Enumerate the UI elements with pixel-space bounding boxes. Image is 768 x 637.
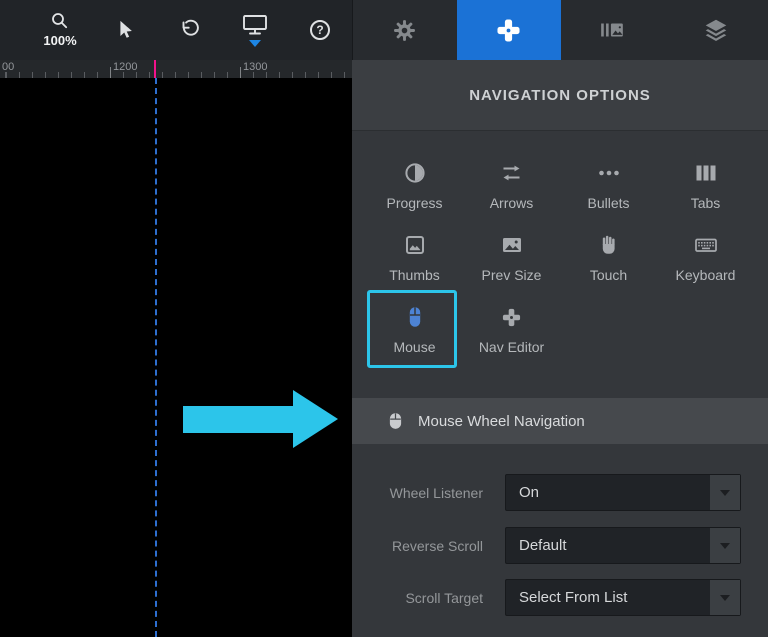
monitor-icon (243, 14, 267, 34)
nav-type-nav-editor[interactable]: Nav Editor (463, 300, 560, 362)
chevron-down-icon (720, 542, 730, 549)
progress-icon (404, 163, 425, 183)
pointer-tool-button[interactable] (104, 0, 146, 60)
section-title: Mouse Wheel Navigation (418, 412, 585, 430)
dropdown-arrow-button[interactable] (710, 580, 740, 615)
undo-icon (182, 19, 199, 36)
tab-layers[interactable] (664, 0, 768, 60)
nav-type-prev-size[interactable]: Prev Size (463, 228, 560, 290)
dropdown-value: On (519, 484, 540, 501)
nav-editor-icon (502, 308, 521, 326)
nav-type-label: Arrows (489, 195, 534, 211)
nav-type-label: Progress (386, 195, 443, 211)
dropdown-value: Default (519, 537, 567, 554)
nav-type-thumbs[interactable]: Thumbs (366, 228, 463, 290)
annotation-arrow (183, 406, 293, 433)
zoom-level: 100% (43, 33, 77, 48)
ruler-label: 1300 (243, 61, 268, 73)
cursor-icon (120, 20, 132, 38)
top-toolbar: 100% ? (0, 0, 768, 60)
reverse-scroll-select[interactable]: Default (505, 527, 741, 564)
touch-icon (602, 235, 615, 254)
field-scroll-target: Scroll Target Select From List (352, 579, 768, 616)
field-reverse-scroll: Reverse Scroll Default (352, 527, 768, 564)
panel-tabs (352, 0, 768, 60)
nav-type-label: Tabs (690, 195, 721, 211)
help-icon: ? (310, 20, 330, 40)
canvas-toolbar: 100% ? (0, 0, 352, 60)
tab-navigation[interactable] (456, 0, 561, 60)
dpad-icon (497, 18, 520, 42)
gear-icon (394, 19, 416, 41)
thumbs-icon (405, 236, 424, 254)
field-label: Scroll Target (405, 589, 483, 606)
nav-type-touch[interactable]: Touch (560, 228, 657, 290)
tab-settings[interactable] (353, 0, 457, 60)
horizontal-ruler: 00 1200 1300 (0, 60, 352, 78)
nav-type-label: Keyboard (675, 267, 736, 283)
chevron-down-icon (720, 594, 730, 601)
help-button[interactable]: ? (299, 0, 341, 60)
nav-type-row: Mouse Nav Editor (366, 300, 754, 362)
magnifier-icon (52, 13, 68, 29)
keyboard-icon (694, 238, 717, 252)
nav-type-row: Thumbs Prev Size Touch Keyboard (366, 228, 754, 290)
nav-type-label: Bullets (587, 195, 630, 211)
tabs-icon (696, 165, 715, 181)
nav-type-tabs[interactable]: Tabs (657, 156, 754, 218)
prev-size-icon (502, 238, 521, 252)
nav-type-label: Prev Size (481, 267, 542, 283)
nav-type-bullets[interactable]: Bullets (560, 156, 657, 218)
field-wheel-listener: Wheel Listener On (352, 474, 768, 511)
slide-canvas (0, 78, 352, 637)
layers-icon (705, 19, 727, 41)
nav-type-label: Mouse (393, 339, 436, 355)
device-preview-button[interactable] (234, 0, 276, 60)
nav-type-label: Thumbs (389, 267, 440, 283)
dropdown-arrow-button[interactable] (710, 475, 740, 510)
nav-type-label: Nav Editor (478, 339, 545, 355)
arrows-icon (503, 165, 520, 181)
annotation-arrow-head-icon (293, 390, 338, 448)
ruler-marker (154, 60, 156, 78)
device-dropdown-caret-icon[interactable] (249, 39, 261, 47)
zoom-control[interactable]: 100% (34, 0, 86, 60)
editor-window: 100% ? 00 1200 1300 NAVIGATION OPTIONS P… (0, 0, 768, 637)
ruler-label: 00 (2, 61, 15, 73)
chevron-down-icon (720, 489, 730, 496)
nav-type-label: Touch (589, 267, 628, 283)
wheel-listener-select[interactable]: On (505, 474, 741, 511)
dropdown-arrow-button[interactable] (710, 528, 740, 563)
mouse-icon (389, 413, 402, 429)
undo-button[interactable] (169, 0, 211, 60)
nav-type-row: Progress Arrows Bullets Tabs (366, 156, 754, 218)
mouse-icon (409, 307, 420, 327)
bullets-icon (598, 170, 619, 176)
panel-title: NAVIGATION OPTIONS (469, 86, 651, 104)
scroll-target-select[interactable]: Select From List (505, 579, 741, 616)
nav-type-progress[interactable]: Progress (366, 156, 463, 218)
tab-slides[interactable] (561, 0, 665, 60)
section-header-mouse-wheel: Mouse Wheel Navigation (352, 398, 768, 444)
guide-line (155, 78, 157, 637)
ruler-label: 1200 (113, 61, 138, 73)
field-label: Reverse Scroll (391, 537, 483, 554)
navigation-options-panel: NAVIGATION OPTIONS Progress Arrows Bulle… (352, 60, 768, 637)
slides-icon (601, 23, 624, 37)
panel-header: NAVIGATION OPTIONS (352, 60, 768, 131)
nav-type-mouse[interactable]: Mouse (366, 300, 463, 362)
nav-type-arrows[interactable]: Arrows (463, 156, 560, 218)
field-label: Wheel Listener (389, 484, 483, 501)
dropdown-value: Select From List (519, 589, 628, 606)
nav-type-keyboard[interactable]: Keyboard (657, 228, 754, 290)
